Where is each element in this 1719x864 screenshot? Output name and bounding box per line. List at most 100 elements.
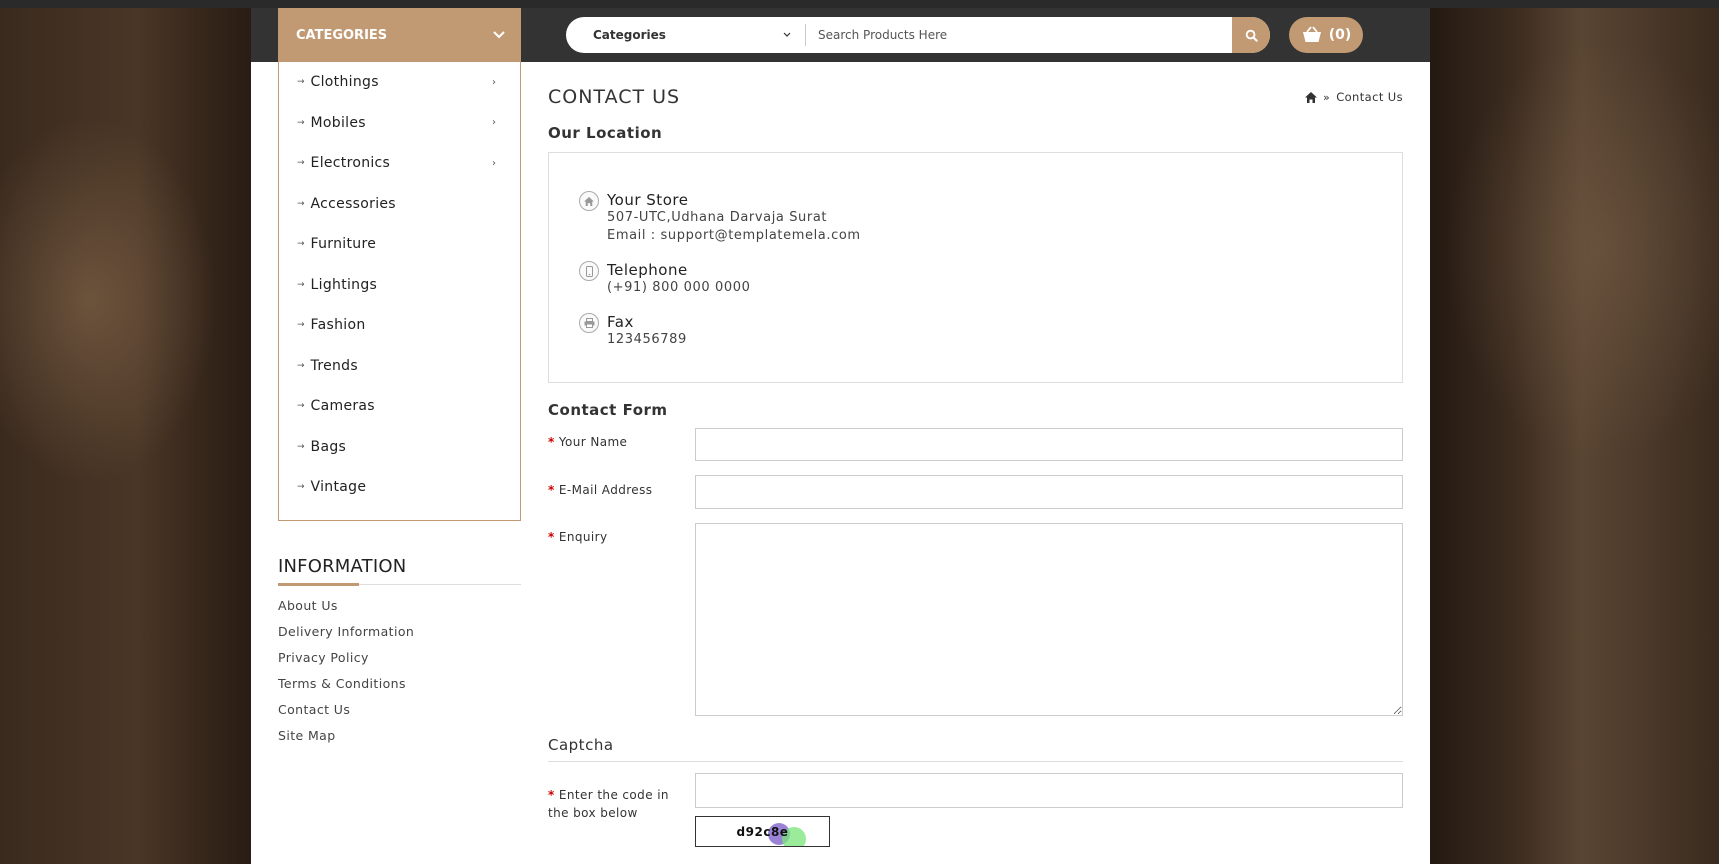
arrow-right-icon: → <box>297 360 305 371</box>
required-marker: * <box>548 788 555 802</box>
store-info: Your Store 507-UTC,Udhana Darvaja Surat … <box>579 191 861 245</box>
fax-label: Fax <box>607 313 634 331</box>
sidebar-item-fashion[interactable]: → Fashion <box>279 305 520 346</box>
categories-heading: CATEGORIES <box>296 27 388 43</box>
home-icon[interactable] <box>1305 91 1318 103</box>
telephone-value: (+91) 800 000 0000 <box>607 280 751 295</box>
chevron-down-icon <box>783 32 791 37</box>
information-heading: INFORMATION <box>278 556 407 577</box>
contact-form-heading: Contact Form <box>548 401 668 419</box>
sidebar-item-label: Furniture <box>310 236 377 253</box>
arrow-right-icon: → <box>297 441 305 452</box>
sidebar-item-label: Trends <box>310 357 358 374</box>
sidebar-item-label: Cameras <box>310 398 375 415</box>
chevron-right-icon: › <box>492 157 496 169</box>
search-input[interactable] <box>806 17 1232 53</box>
information-link[interactable]: About Us <box>278 598 414 624</box>
sidebar-item-label: Bags <box>310 438 347 455</box>
store-name: Your Store <box>607 191 689 209</box>
captcha-label: * Enter the code in the box below <box>548 786 669 822</box>
breadcrumb-separator-icon: » <box>1323 90 1331 104</box>
phone-icon <box>579 261 599 281</box>
page-title: CONTACT US <box>548 86 681 108</box>
sidebar-item-lightings[interactable]: → Lightings <box>279 265 520 306</box>
email-field[interactable] <box>695 475 1403 509</box>
search-button[interactable] <box>1232 17 1270 53</box>
basket-icon <box>1302 26 1321 42</box>
arrow-right-icon: → <box>297 117 305 128</box>
enquiry-field[interactable] <box>695 523 1403 716</box>
captcha-label-line2: the box below <box>548 806 638 820</box>
store-email: Email : support@templatemela.com <box>607 228 861 243</box>
search-icon <box>1245 29 1258 42</box>
information-links: About Us Delivery Information Privacy Poli… <box>278 598 414 754</box>
email-label-text: E-Mail Address <box>558 483 653 497</box>
name-field[interactable] <box>695 428 1403 461</box>
fax-value: 123456789 <box>607 332 687 347</box>
information-link[interactable]: Terms & Conditions <box>278 676 414 702</box>
required-marker: * <box>548 435 555 449</box>
arrow-right-icon: → <box>297 320 305 331</box>
sidebar-item-bags[interactable]: → Bags <box>279 427 520 468</box>
home-icon <box>579 191 599 211</box>
email-label: * E-Mail Address <box>548 481 652 499</box>
enquiry-label-text: Enquiry <box>558 530 608 544</box>
captcha-field[interactable] <box>695 773 1403 808</box>
captcha-code: d92c8e <box>736 824 789 839</box>
categories-toggle[interactable]: CATEGORIES <box>278 8 521 62</box>
arrow-right-icon: → <box>297 77 305 88</box>
captcha-heading: Captcha <box>548 736 614 754</box>
chevron-right-icon: › <box>492 76 496 88</box>
chevron-down-icon <box>493 31 505 39</box>
information-link[interactable]: Site Map <box>278 728 414 754</box>
sidebar-item-furniture[interactable]: → Furniture <box>279 224 520 265</box>
location-box: Your Store 507-UTC,Udhana Darvaja Surat … <box>548 152 1403 383</box>
sidebar-item-label: Clothings <box>310 74 379 91</box>
arrow-right-icon: → <box>297 158 305 169</box>
sidebar-item-label: Fashion <box>310 317 366 334</box>
sidebar-item-clothings[interactable]: → Clothings › <box>279 62 520 103</box>
sidebar-item-accessories[interactable]: → Accessories <box>279 184 520 225</box>
captcha-label-line1: Enter the code in <box>558 788 669 802</box>
divider <box>548 761 1403 762</box>
chevron-right-icon: › <box>492 117 496 129</box>
arrow-right-icon: → <box>297 239 305 250</box>
telephone-info: Telephone (+91) 800 000 0000 <box>579 261 751 297</box>
name-label-text: Your Name <box>558 435 628 449</box>
search-category-value: Categories <box>593 28 666 42</box>
sidebar-item-label: Mobiles <box>310 114 366 131</box>
breadcrumb: » Contact Us <box>1305 90 1403 104</box>
fax-info: Fax 123456789 <box>579 313 687 349</box>
captcha-image: d92c8e <box>695 816 830 847</box>
information-link[interactable]: Delivery Information <box>278 624 414 650</box>
search-category-select[interactable]: Categories <box>566 24 806 46</box>
arrow-right-icon: → <box>297 482 305 493</box>
telephone-label: Telephone <box>607 261 688 279</box>
sidebar-item-electronics[interactable]: → Electronics › <box>279 143 520 184</box>
heading-accent <box>278 583 359 586</box>
header-bar: CATEGORIES Categories (0) <box>251 8 1430 62</box>
top-strip <box>0 0 1719 8</box>
sidebar-item-label: Accessories <box>310 195 396 212</box>
sidebar-item-trends[interactable]: → Trends <box>279 346 520 387</box>
cart-button[interactable]: (0) <box>1289 17 1363 53</box>
arrow-right-icon: → <box>297 279 305 290</box>
sidebar-item-cameras[interactable]: → Cameras <box>279 386 520 427</box>
breadcrumb-current[interactable]: Contact Us <box>1336 90 1403 104</box>
category-list: → Clothings › → Mobiles › → Electronics › → Access… <box>278 62 521 521</box>
our-location-heading: Our Location <box>548 124 663 142</box>
information-link[interactable]: Privacy Policy <box>278 650 414 676</box>
cart-count: (0) <box>1328 27 1352 43</box>
enquiry-label: * Enquiry <box>548 528 608 546</box>
information-link[interactable]: Contact Us <box>278 702 414 728</box>
search-bar: Categories <box>566 17 1270 53</box>
store-address: 507-UTC,Udhana Darvaja Surat <box>607 210 828 225</box>
fax-icon <box>579 313 599 333</box>
sidebar-item-mobiles[interactable]: → Mobiles › <box>279 103 520 144</box>
sidebar-item-label: Electronics <box>310 155 391 172</box>
sidebar-item-vintage[interactable]: → Vintage <box>279 467 520 508</box>
arrow-right-icon: → <box>297 401 305 412</box>
required-marker: * <box>548 483 555 497</box>
sidebar-item-label: Vintage <box>310 479 367 496</box>
page-container: CATEGORIES Categories (0) → Clothings › → Mo… <box>251 8 1430 864</box>
